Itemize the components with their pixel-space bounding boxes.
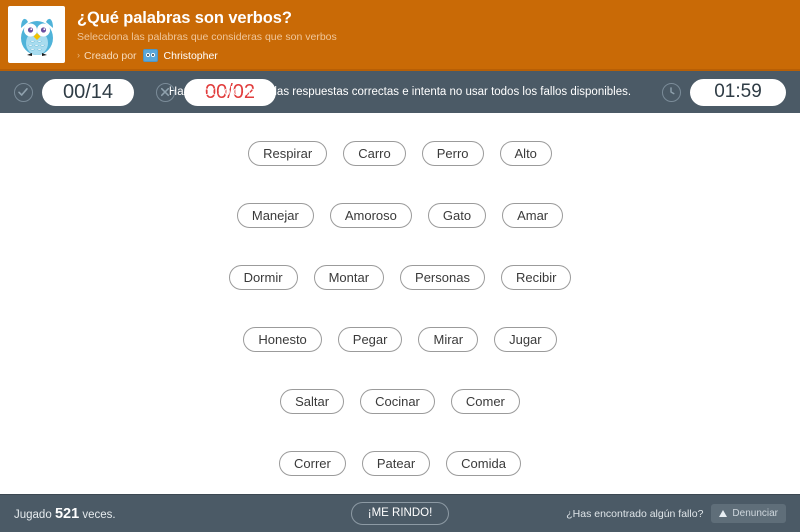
owl-logo	[8, 6, 65, 63]
word-option[interactable]: Correr	[279, 450, 346, 476]
word-option[interactable]: Pegar	[337, 326, 403, 352]
quiz-header: ¿Qué palabras son verbos? Selecciona las…	[0, 0, 800, 69]
played-prefix: Jugado	[14, 508, 52, 521]
word-option[interactable]: Dormir	[228, 264, 298, 290]
word-option[interactable]: Respirar	[248, 140, 328, 166]
report-question-text: ¿Has encontrado algún fallo?	[566, 507, 704, 520]
footer-bar: Jugado 521 veces. ¡ME RINDO! ¿Has encont…	[0, 494, 800, 532]
correct-counter: 00/14	[14, 78, 134, 106]
word-option[interactable]: Amar	[502, 202, 564, 228]
word-row: Saltar Cocinar Comer	[280, 370, 520, 432]
word-option[interactable]: Gato	[427, 202, 487, 228]
word-option[interactable]: Saltar	[280, 388, 345, 414]
word-option[interactable]: Montar	[313, 264, 385, 290]
timer-group: 01:59	[662, 78, 786, 106]
word-option[interactable]: Personas	[400, 264, 485, 290]
timer-value: 01:59	[690, 78, 786, 106]
word-option[interactable]: Cocinar	[360, 388, 435, 414]
creator-name-link[interactable]: Christopher	[164, 50, 218, 62]
word-row: Honesto Pegar Mirar Jugar	[243, 308, 557, 370]
clock-icon	[662, 82, 681, 102]
word-option[interactable]: Alto	[499, 140, 552, 166]
page-title: ¿Qué palabras son verbos?	[77, 9, 292, 27]
stats-bar: Haz click solo sobre las respuestas corr…	[0, 69, 800, 113]
creator-label: Creado por	[84, 49, 137, 62]
chevron-right-icon: ›	[77, 50, 80, 60]
page-subtitle: Selecciona las palabras que consideras q…	[77, 31, 337, 43]
word-option[interactable]: Recibir	[500, 264, 572, 290]
correct-value: 00/14	[42, 78, 134, 106]
avatar	[142, 49, 158, 62]
word-option[interactable]: Manejar	[236, 202, 314, 228]
surrender-button[interactable]: ¡ME RINDO!	[350, 502, 450, 525]
played-suffix: veces.	[82, 508, 116, 521]
word-option[interactable]: Amoroso	[329, 202, 412, 228]
word-option[interactable]: Comer	[450, 388, 520, 414]
word-row: Correr Patear Comida	[279, 432, 521, 494]
check-circle-icon	[14, 82, 33, 102]
report-button[interactable]: Denunciar	[711, 504, 786, 523]
word-option[interactable]: Honesto	[243, 326, 322, 352]
played-count-text: Jugado 521 veces.	[14, 506, 116, 522]
wrong-counter: 00/02	[156, 78, 276, 106]
warning-triangle-icon	[719, 510, 728, 517]
word-option[interactable]: Jugar	[494, 326, 557, 352]
creator-row: › Creado por Christopher	[77, 49, 337, 62]
word-option[interactable]: Comida	[446, 450, 521, 476]
word-option[interactable]: Patear	[361, 450, 431, 476]
word-option[interactable]: Perro	[421, 140, 484, 166]
report-area: ¿Has encontrado algún fallo? Denunciar	[566, 504, 786, 523]
header-text-block: ¿Qué palabras son verbos? Selecciona las…	[77, 7, 337, 62]
word-board: Respirar Carro Perro Alto Manejar Amoroso Gato…	[0, 113, 800, 494]
x-circle-icon	[156, 82, 175, 102]
played-count: 521	[54, 505, 80, 522]
word-option[interactable]: Carro	[343, 140, 406, 166]
word-row: Dormir Montar Personas Recibir	[228, 246, 572, 308]
report-button-label: Denunciar	[732, 508, 778, 519]
word-row: Respirar Carro Perro Alto	[248, 122, 552, 184]
word-row: Manejar Amoroso Gato Amar	[236, 184, 564, 246]
wrong-value: 00/02	[184, 78, 276, 106]
word-option[interactable]: Mirar	[418, 326, 479, 352]
quiz-app: ¿Qué palabras son verbos? Selecciona las…	[0, 0, 800, 532]
